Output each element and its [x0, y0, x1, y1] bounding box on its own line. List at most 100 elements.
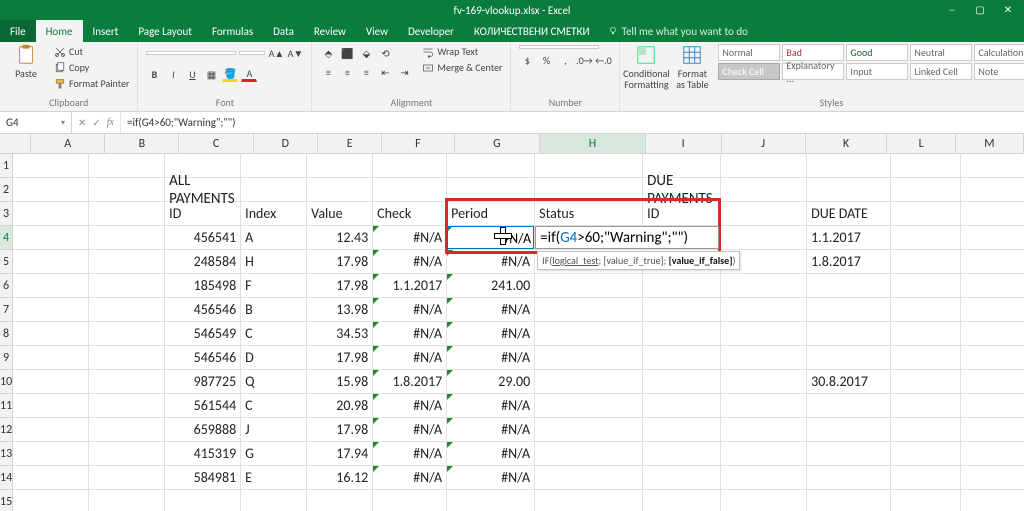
col-header[interactable]: D [254, 134, 318, 153]
cell[interactable] [961, 250, 1024, 274]
cell[interactable] [13, 178, 89, 202]
row-header[interactable]: 10 [0, 370, 12, 394]
cell[interactable] [721, 298, 807, 322]
cell[interactable] [891, 418, 961, 442]
cell[interactable] [807, 394, 891, 418]
cell[interactable] [447, 154, 535, 178]
cells-area[interactable]: ALL PAYMENTSDUE PAYMENTSIDIndexValueChec… [13, 154, 1024, 511]
cell[interactable] [89, 322, 165, 346]
row-header[interactable]: 3 [0, 202, 12, 226]
cell[interactable]: C [241, 322, 307, 346]
cell[interactable] [721, 322, 807, 346]
cell[interactable]: 12.43 [307, 226, 373, 250]
cell[interactable] [13, 490, 89, 511]
style-note[interactable]: Note [974, 63, 1024, 80]
style-good[interactable]: Good [846, 44, 908, 61]
cell[interactable] [89, 370, 165, 394]
cell[interactable] [13, 154, 89, 178]
style-normal[interactable]: Normal [718, 44, 780, 61]
cancel-formula-button[interactable]: ✕ [78, 116, 86, 129]
cell[interactable]: #N/A [447, 346, 535, 370]
cell[interactable] [89, 418, 165, 442]
cell[interactable]: 185498 [165, 274, 241, 298]
cell[interactable]: E [241, 466, 307, 490]
cell[interactable] [241, 178, 307, 202]
cell[interactable] [721, 490, 807, 511]
row-header[interactable]: 7 [0, 298, 12, 322]
cell[interactable]: 546549 [165, 322, 241, 346]
tab-review[interactable]: Review [304, 20, 356, 42]
maximize-button[interactable]: ▢ [966, 0, 994, 20]
indent-inc-button[interactable]: ⇥ [396, 64, 412, 80]
tab-formulas[interactable]: Formulas [202, 20, 263, 42]
cell[interactable]: 987725 [165, 370, 241, 394]
grow-font-button[interactable]: A▲ [268, 45, 284, 61]
cell[interactable]: 29.00 [447, 370, 535, 394]
cell[interactable] [535, 274, 643, 298]
cell[interactable]: Index [241, 202, 307, 226]
cell[interactable]: 584981 [165, 466, 241, 490]
cell[interactable]: 1.1.2017 [373, 274, 447, 298]
style-calculation[interactable]: Calculation [974, 44, 1024, 61]
cell[interactable] [807, 178, 891, 202]
cell[interactable]: #N/A [447, 298, 535, 322]
tab-custom[interactable]: КОЛИЧЕСТВЕНИ СМЕТКИ [464, 20, 600, 42]
align-center-button[interactable]: ≡ [339, 64, 355, 80]
cell[interactable] [643, 466, 721, 490]
cell[interactable] [961, 418, 1024, 442]
cell[interactable]: 1.8.2017 [807, 250, 891, 274]
cell[interactable]: 20.98 [307, 394, 373, 418]
cell[interactable] [241, 154, 307, 178]
inc-decimal-button[interactable]: .0→ [576, 52, 592, 68]
wrap-text-button[interactable]: Wrap Text [420, 44, 504, 59]
cell[interactable] [891, 346, 961, 370]
cell[interactable]: #N/A [373, 226, 447, 250]
cell[interactable]: C [241, 394, 307, 418]
style-neutral[interactable]: Neutral [910, 44, 972, 61]
cell[interactable] [807, 154, 891, 178]
style-input[interactable]: Input [846, 63, 908, 80]
style-linked-cell[interactable]: Linked Cell [910, 63, 972, 80]
cell[interactable] [307, 178, 373, 202]
row-header[interactable]: 4 [0, 226, 12, 250]
cell[interactable]: #N/A [447, 322, 535, 346]
cell[interactable]: 16.12 [307, 466, 373, 490]
cell[interactable] [721, 178, 807, 202]
cell[interactable]: 17.98 [307, 274, 373, 298]
cell[interactable]: 1.8.2017 [373, 370, 447, 394]
cell[interactable] [961, 178, 1024, 202]
format-painter-button[interactable]: Format Painter [52, 76, 131, 91]
cell[interactable] [721, 466, 807, 490]
font-name-select[interactable] [146, 51, 236, 55]
cell[interactable] [721, 226, 807, 250]
cell[interactable] [89, 394, 165, 418]
cell[interactable]: B [241, 298, 307, 322]
cell[interactable] [643, 442, 721, 466]
cell[interactable] [961, 394, 1024, 418]
cell[interactable]: #N/A [447, 250, 535, 274]
cell[interactable] [535, 178, 643, 202]
cell[interactable] [961, 202, 1024, 226]
col-header[interactable]: J [722, 134, 806, 153]
dec-decimal-button[interactable]: ←.0 [595, 52, 611, 68]
cell[interactable] [891, 394, 961, 418]
cell[interactable] [535, 490, 643, 511]
cell[interactable] [643, 322, 721, 346]
percent-button[interactable]: % [538, 52, 554, 68]
number-format-select[interactable] [519, 45, 599, 49]
cell[interactable] [89, 226, 165, 250]
cell[interactable] [89, 274, 165, 298]
cell[interactable]: DUE PAYMENTS [643, 178, 721, 202]
cell[interactable]: 546546 [165, 346, 241, 370]
cell[interactable]: ALL PAYMENTS [165, 178, 241, 202]
cell[interactable] [535, 322, 643, 346]
cell[interactable]: J [241, 418, 307, 442]
cell[interactable] [535, 370, 643, 394]
cell[interactable] [721, 442, 807, 466]
cell[interactable] [891, 466, 961, 490]
cell[interactable]: Check [373, 202, 447, 226]
col-header[interactable]: K [806, 134, 888, 153]
font-color-button[interactable]: A [241, 66, 257, 82]
cell[interactable] [961, 346, 1024, 370]
cell[interactable] [89, 298, 165, 322]
